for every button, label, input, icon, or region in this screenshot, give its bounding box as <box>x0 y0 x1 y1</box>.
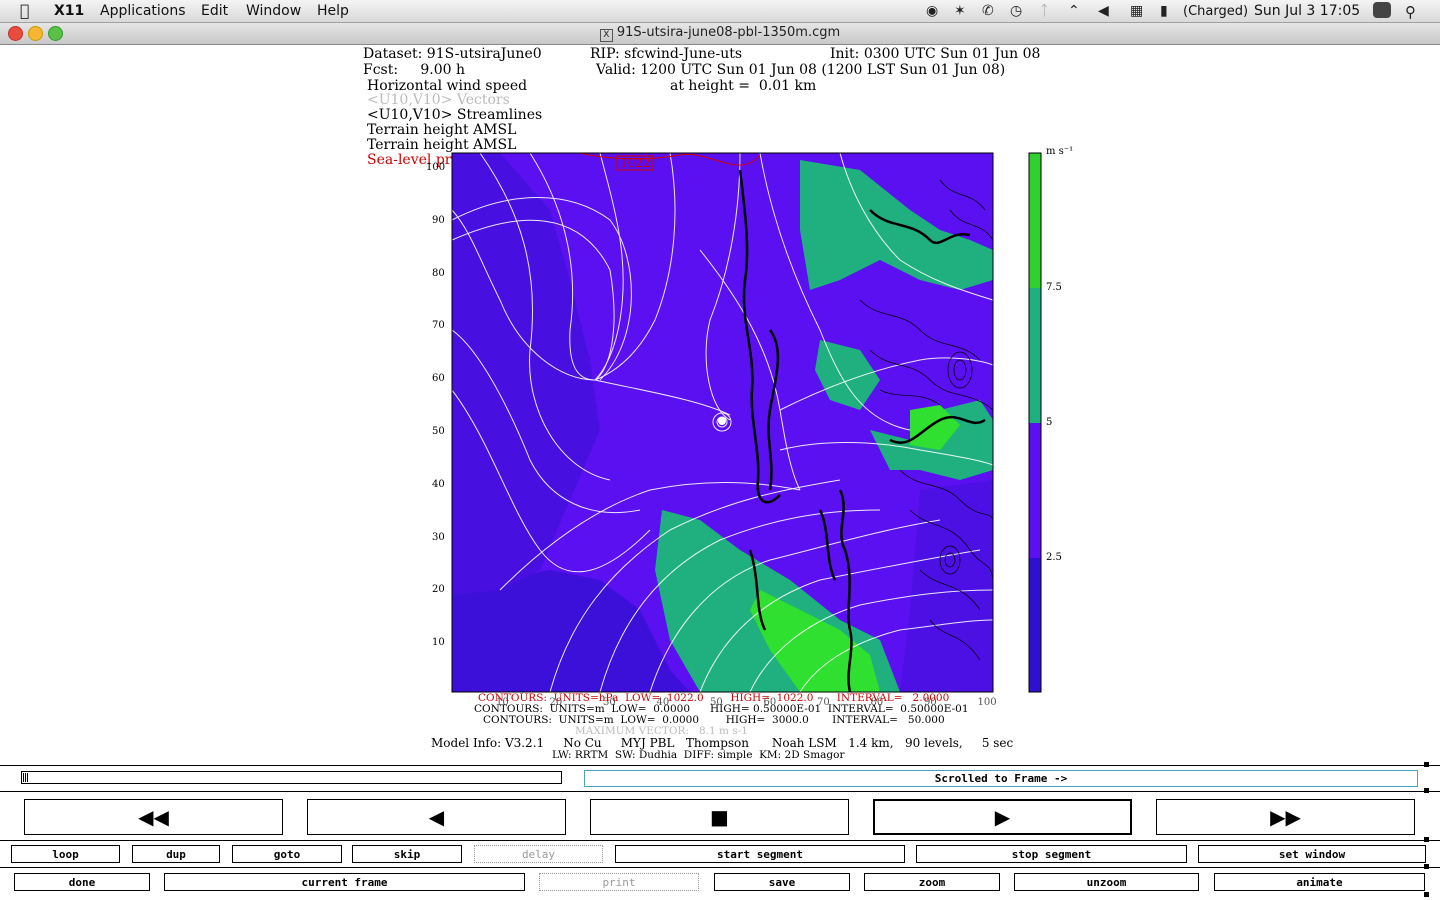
init-label: Init: 0300 UTC Sun 01 Jun 08 <box>830 46 1041 62</box>
rip-label: RIP: sfcwind-June-uts <box>590 46 743 62</box>
goto-button[interactable]: goto <box>232 845 342 863</box>
resize-handle[interactable] <box>1424 837 1429 842</box>
menu-edit[interactable]: Edit <box>201 3 228 19</box>
volume-icon[interactable]: ◀ <box>1098 3 1109 19</box>
network-icon[interactable]: ◉ <box>926 3 938 19</box>
battery-status: (Charged) <box>1183 4 1249 19</box>
fast-forward-icon: ▶▶ <box>1270 805 1301 829</box>
bluetooth-icon[interactable]: ✶ <box>954 3 966 19</box>
y-tick-label: 60 <box>432 373 445 385</box>
app-menu[interactable]: X11 <box>54 3 84 19</box>
y-tick-label: 30 <box>432 531 445 543</box>
frame-scrollbar[interactable] <box>21 771 562 784</box>
y-tick-label: 10 <box>432 637 445 649</box>
scrollbar-thumb[interactable] <box>23 773 29 782</box>
fast-forward-button[interactable]: ▶▶ <box>1156 799 1415 835</box>
colorbar-segment <box>1029 423 1041 558</box>
time-machine-icon[interactable]: ◷ <box>1010 3 1022 19</box>
menu-bar:  X11 Applications Edit Window Help ◉ ✶ … <box>0 0 1440 23</box>
current-frame-button[interactable]: current frame <box>164 873 525 891</box>
resize-handle[interactable] <box>1424 762 1429 767</box>
colorbar-segment <box>1029 153 1041 288</box>
clock[interactable]: Sun Jul 3 17:05 <box>1254 3 1360 19</box>
menu-window[interactable]: Window <box>246 3 301 19</box>
wind-speed-plot: 1022 <box>451 152 1042 693</box>
x11-doc-icon: X <box>599 29 613 42</box>
divider <box>0 840 1440 841</box>
y-tick-label: 40 <box>432 478 445 490</box>
frame-status: Scrolled to Frame -> <box>584 770 1418 787</box>
rewind-icon: ◀◀ <box>138 805 169 829</box>
colorbar-segment <box>1029 288 1041 423</box>
pressure-label: 1022 <box>620 156 651 170</box>
dataset-label: Dataset: 91S-utsiraJune0 <box>363 46 542 62</box>
divider <box>0 765 1440 766</box>
colorbar-label: 7.5 <box>1046 282 1062 293</box>
stop-button[interactable]: ■ <box>590 799 849 835</box>
done-button[interactable]: done <box>14 873 150 891</box>
colorbar-label: 5 <box>1046 417 1053 428</box>
y-tick-label: 70 <box>432 320 445 332</box>
apple-icon[interactable]:  <box>20 1 30 20</box>
delay-button[interactable]: delay <box>474 845 603 863</box>
menu-applications[interactable]: Applications <box>100 3 186 19</box>
rewind-button[interactable]: ◀◀ <box>24 799 283 835</box>
x-tick-label: 100 <box>977 697 997 708</box>
bluetooth-icon[interactable]: ᛏ <box>1040 3 1048 19</box>
window-title-text: 91S-utsira-june08-pbl-1350m.cgm <box>616 25 841 40</box>
step-back-icon: ◀ <box>428 805 445 829</box>
save-button[interactable]: save <box>714 873 850 891</box>
colorbar <box>1028 152 1042 693</box>
colorbar-label: 2.5 <box>1046 552 1062 563</box>
unzoom-button[interactable]: unzoom <box>1014 873 1199 891</box>
model-info-line-1: Model Info: V3.2.1 No Cu MYJ PBL Thompso… <box>431 736 1014 750</box>
menu-help[interactable]: Help <box>317 3 349 19</box>
colorbar-segment <box>1029 558 1041 692</box>
spotlight-icon[interactable]: ⚲ <box>1405 3 1416 21</box>
y-tick-label: 50 <box>432 426 445 437</box>
y-tick-label: 100 <box>426 162 446 173</box>
battery-icon[interactable]: ▮ <box>1160 3 1168 19</box>
model-info-line-2: LW: RRTM SW: Dudhia DIFF: simple KM: 2D … <box>552 749 845 761</box>
y-tick-label: 80 <box>432 267 445 279</box>
user-icon[interactable] <box>1373 2 1391 18</box>
resize-handle[interactable] <box>1424 864 1429 869</box>
play-button[interactable]: ▶ <box>873 799 1132 835</box>
divider <box>0 867 1440 868</box>
dup-button[interactable]: dup <box>132 845 220 863</box>
window-titlebar: X 91S-utsira-june08-pbl-1350m.cgm <box>0 23 1440 45</box>
legend-line: Terrain height AMSL <box>367 122 517 138</box>
stop-icon: ■ <box>710 805 729 829</box>
resize-handle[interactable] <box>1424 788 1429 793</box>
step-back-button[interactable]: ◀ <box>307 799 566 835</box>
phone-icon[interactable]: ✆ <box>982 3 994 19</box>
divider <box>0 791 1440 792</box>
wifi-icon[interactable]: ⌃ <box>1068 3 1080 19</box>
set-window-button[interactable]: set window <box>1198 845 1426 863</box>
skip-button[interactable]: skip <box>352 845 462 863</box>
fcst-label: Fcst: 9.00 h <box>363 62 465 78</box>
play-icon: ▶ <box>994 805 1011 829</box>
stop-segment-button[interactable]: stop segment <box>916 845 1187 863</box>
keyboard-icon[interactable]: ▦ <box>1130 3 1143 19</box>
legend-line: <U10,V10> Streamlines <box>367 107 543 123</box>
start-segment-button[interactable]: start segment <box>615 845 905 863</box>
window-title: X 91S-utsira-june08-pbl-1350m.cgm <box>0 25 1440 42</box>
zoom-button[interactable]: zoom <box>864 873 1000 891</box>
loop-button[interactable]: loop <box>11 845 120 863</box>
resize-handle[interactable] <box>1424 892 1429 897</box>
legend-line: <U10,V10> Vectors <box>367 92 510 108</box>
circulation-center <box>718 417 726 425</box>
colorbar-units: m s⁻¹ <box>1046 146 1074 157</box>
height-label: at height = 0.01 km <box>670 78 817 94</box>
y-tick-label: 90 <box>432 214 445 226</box>
y-tick-label: 20 <box>432 584 445 596</box>
valid-label: Valid: 1200 UTC Sun 01 Jun 08 (1200 LST … <box>596 62 1006 78</box>
print-button[interactable]: print <box>539 873 699 891</box>
animate-button[interactable]: animate <box>1214 873 1425 891</box>
